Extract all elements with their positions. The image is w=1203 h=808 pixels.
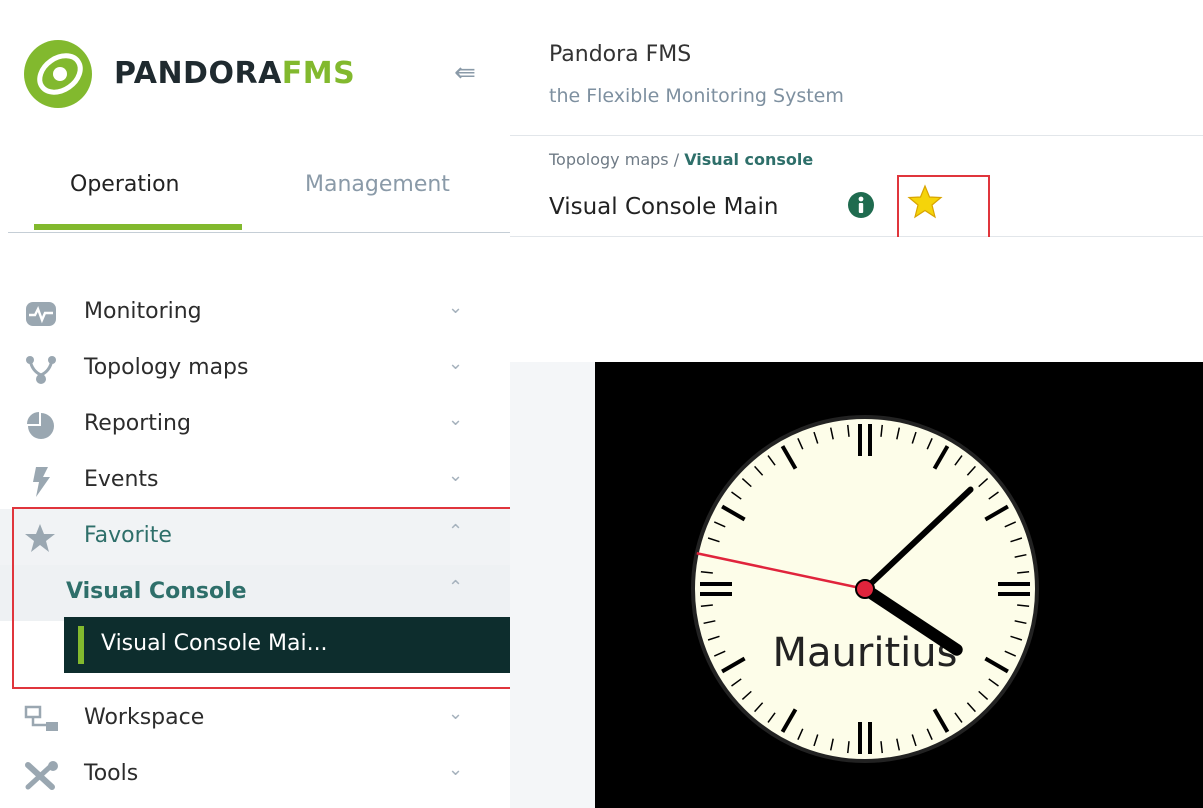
app-title: Pandora FMS: [549, 42, 692, 67]
sidebar-item-label: Reporting: [84, 411, 191, 436]
chevron-down-icon: ⌄: [448, 409, 464, 430]
sidebar-item-events[interactable]: Events ⌄: [0, 453, 510, 509]
info-circle-icon[interactable]: [847, 191, 875, 219]
clock-center: [855, 579, 875, 599]
tab-management[interactable]: Management: [305, 172, 450, 197]
sidebar-item-label: Events: [84, 467, 159, 492]
visual-console-canvas: Mauritius: [595, 362, 1203, 808]
sidebar: PANDORAFMS ⇚ Operation Management Monito…: [0, 0, 548, 808]
brand-name: PANDORAFMS: [114, 56, 356, 91]
chevron-down-icon: ⌄: [448, 297, 464, 318]
page-header: Topology maps / Visual console Visual Co…: [510, 136, 1203, 237]
pie-chart-icon: [27, 412, 54, 439]
page-title: Visual Console Main: [549, 194, 779, 220]
heartbeat-monitor-icon: [26, 302, 56, 326]
sidebar-item-label: Monitoring: [84, 299, 202, 324]
chevron-down-icon: ⌄: [448, 703, 464, 724]
sidebar-item-monitoring[interactable]: Monitoring ⌄: [0, 285, 510, 341]
app-subtitle: the Flexible Monitoring System: [549, 85, 844, 107]
analog-clock[interactable]: Mauritius: [690, 414, 1040, 764]
breadcrumb-parent[interactable]: Topology maps /: [549, 150, 684, 169]
breadcrumb-current[interactable]: Visual console: [684, 150, 813, 169]
sidebar-item-workspace[interactable]: Workspace ⌄: [0, 691, 510, 747]
sidebar-item-reporting[interactable]: Reporting ⌄: [0, 397, 510, 453]
workspace-icon: [24, 705, 58, 731]
sidebar-item-label: Topology maps: [84, 355, 249, 380]
highlight-box-favorite: [12, 507, 548, 689]
sidebar-item-tools[interactable]: Tools ⌄: [0, 747, 510, 803]
logo[interactable]: PANDORAFMS ⇚: [22, 38, 502, 108]
breadcrumb: Topology maps / Visual console: [549, 150, 813, 169]
sidebar-item-topology-maps[interactable]: Topology maps ⌄: [0, 341, 510, 397]
toolbar-area: [510, 237, 1203, 362]
collapse-arrow-icon[interactable]: ⇚: [454, 58, 476, 88]
sidebar-tabs: Operation Management: [8, 150, 510, 233]
network-topology-icon: [26, 356, 56, 384]
chevron-down-icon: ⌄: [448, 465, 464, 486]
sidebar-item-label: Tools: [84, 761, 139, 786]
tab-operation[interactable]: Operation: [70, 172, 179, 197]
lightning-icon: [33, 467, 50, 497]
chevron-down-icon: ⌄: [448, 759, 464, 780]
pandora-logo-icon: [24, 40, 92, 108]
app-header: Pandora FMS the Flexible Monitoring Syst…: [510, 0, 1203, 136]
active-tab-indicator: [34, 224, 242, 230]
chevron-down-icon: ⌄: [448, 353, 464, 374]
sidebar-item-label: Workspace: [84, 705, 205, 730]
wrench-screwdriver-icon: [25, 761, 58, 790]
main-content: Pandora FMS the Flexible Monitoring Syst…: [510, 0, 1203, 808]
